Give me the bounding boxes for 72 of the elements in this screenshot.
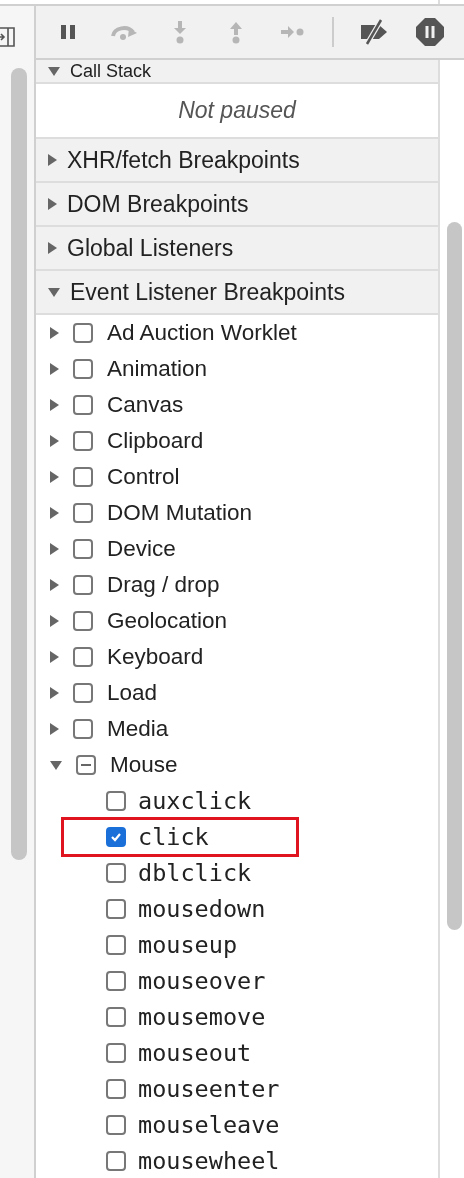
- category-label[interactable]: Canvas: [107, 392, 184, 418]
- expand-arrow-icon[interactable]: [50, 327, 59, 339]
- expand-arrow-icon[interactable]: [50, 579, 59, 591]
- expand-arrow-icon[interactable]: [50, 399, 59, 411]
- expand-arrow-icon[interactable]: [48, 242, 57, 254]
- checkbox[interactable]: [73, 431, 93, 451]
- checkbox[interactable]: [73, 719, 93, 739]
- event-label[interactable]: mouseup: [138, 931, 238, 959]
- category-label[interactable]: Device: [107, 536, 176, 562]
- expand-arrow-icon[interactable]: [50, 615, 59, 627]
- event-label[interactable]: dblclick: [138, 859, 252, 887]
- event-label[interactable]: mousewheel: [138, 1147, 280, 1175]
- expand-arrow-icon[interactable]: [50, 651, 59, 663]
- expand-arrow-icon[interactable]: [48, 66, 60, 76]
- checkbox[interactable]: [106, 1079, 126, 1099]
- expand-arrow-icon[interactable]: [50, 435, 59, 447]
- category-label[interactable]: Media: [107, 716, 169, 742]
- category-label[interactable]: Mouse: [110, 752, 178, 778]
- checkbox[interactable]: [106, 1007, 126, 1027]
- expand-arrow-icon[interactable]: [48, 287, 60, 297]
- checkbox[interactable]: [73, 395, 93, 415]
- checkbox[interactable]: [73, 647, 93, 667]
- checkbox[interactable]: [73, 575, 93, 595]
- event-label[interactable]: mouseenter: [138, 1075, 280, 1103]
- pause-exceptions-icon[interactable]: [414, 16, 446, 48]
- checkbox[interactable]: [76, 755, 96, 775]
- checkbox[interactable]: [73, 539, 93, 559]
- status-message: Not paused: [178, 97, 296, 124]
- checkbox[interactable]: [73, 503, 93, 523]
- checkbox[interactable]: [106, 1043, 126, 1063]
- event-label[interactable]: auxclick: [138, 787, 252, 815]
- checkbox[interactable]: [106, 971, 126, 991]
- checkbox[interactable]: [106, 863, 126, 883]
- expand-arrow-icon[interactable]: [50, 760, 62, 770]
- category-label[interactable]: Keyboard: [107, 644, 204, 670]
- event-label[interactable]: mousemove: [138, 1003, 266, 1031]
- category-label[interactable]: Geolocation: [107, 608, 228, 634]
- checkbox[interactable]: [73, 467, 93, 487]
- expand-arrow-icon[interactable]: [50, 471, 59, 483]
- expand-arrow-icon[interactable]: [50, 543, 59, 555]
- category-label[interactable]: Load: [107, 680, 158, 706]
- section-title[interactable]: Call Stack: [70, 60, 152, 82]
- checkbox[interactable]: [106, 1151, 126, 1171]
- event-label[interactable]: mouseout: [138, 1039, 252, 1067]
- checkbox[interactable]: [106, 1115, 126, 1135]
- checkbox[interactable]: [73, 683, 93, 703]
- category-label[interactable]: Clipboard: [107, 428, 204, 454]
- expand-arrow-icon[interactable]: [50, 687, 59, 699]
- expand-arrow-icon[interactable]: [48, 154, 57, 166]
- scrollbar-thumb[interactable]: [447, 222, 462, 930]
- checkbox[interactable]: [73, 323, 93, 343]
- checkbox[interactable]: [106, 791, 126, 811]
- category-label[interactable]: Animation: [107, 356, 208, 382]
- category-label[interactable]: Control: [107, 464, 180, 490]
- expand-arrow-icon[interactable]: [50, 507, 59, 519]
- checkbox[interactable]: [106, 827, 126, 847]
- event-label[interactable]: click: [138, 823, 209, 851]
- scrollbar-thumb[interactable]: [11, 68, 27, 860]
- checkbox[interactable]: [73, 359, 93, 379]
- event-label[interactable]: mouseover: [138, 967, 266, 995]
- category-label[interactable]: Drag / drop: [107, 572, 220, 598]
- expand-arrow-icon[interactable]: [50, 363, 59, 375]
- expand-arrow-icon[interactable]: [50, 723, 59, 735]
- dock-toggle-icon[interactable]: [0, 26, 16, 48]
- checkbox[interactable]: [106, 935, 126, 955]
- category-label[interactable]: DOM Mutation: [107, 500, 253, 526]
- checkbox[interactable]: [73, 611, 93, 631]
- checkbox[interactable]: [106, 899, 126, 919]
- category-label[interactable]: Ad Auction Worklet: [107, 320, 297, 346]
- event-label[interactable]: mousedown: [138, 895, 266, 923]
- expand-arrow-icon[interactable]: [48, 198, 57, 210]
- event-label[interactable]: mouseleave: [138, 1111, 280, 1139]
